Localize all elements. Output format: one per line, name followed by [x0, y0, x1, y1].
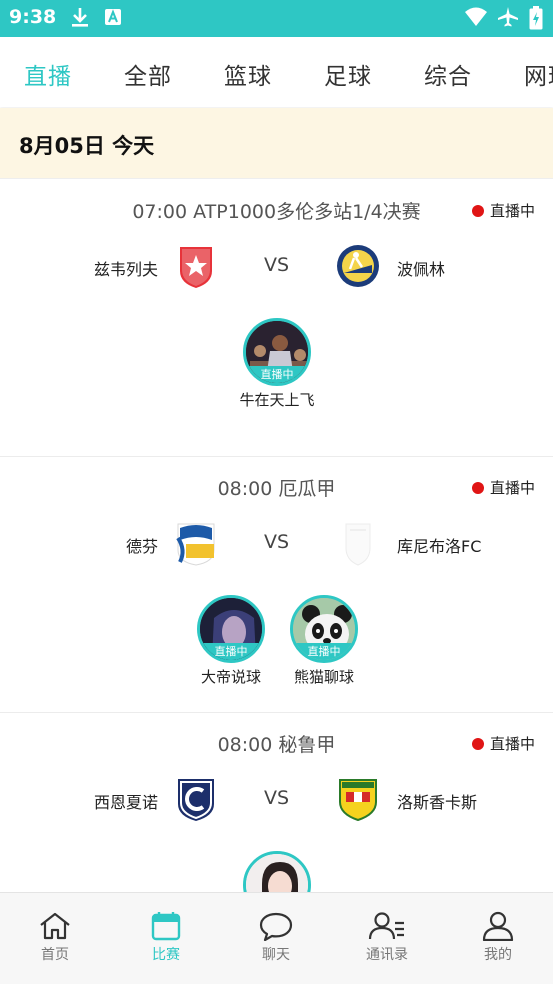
away-team-logo: [345, 523, 371, 566]
wifi-icon: [465, 7, 487, 26]
away-team-logo: [337, 245, 379, 287]
tab-football[interactable]: 足球: [324, 57, 372, 91]
match-title: 08:00 厄瓜甲: [217, 478, 336, 500]
live-label: 直播中: [490, 479, 536, 497]
live-dot-icon: [472, 738, 484, 750]
live-label: 直播中: [490, 735, 536, 753]
nav-matches[interactable]: 比赛: [111, 893, 221, 984]
versus-label: VS: [263, 254, 290, 276]
anchor-name: 牛在天上飞: [239, 391, 315, 409]
tab-tennis[interactable]: 网球: [524, 57, 553, 91]
match-title: 07:00 ATP1000多伦多站1/4决赛: [132, 201, 421, 223]
anchor-card[interactable]: 直播中 熊猫聊球: [284, 595, 364, 687]
battery-charging-icon: [529, 6, 543, 30]
tab-live[interactable]: 直播: [24, 57, 72, 91]
anchor-avatar[interactable]: 直播中: [197, 595, 265, 663]
tab-basketball[interactable]: 篮球: [224, 57, 272, 91]
anchor-avatar[interactable]: 直播中: [243, 318, 311, 386]
user-icon: [482, 911, 514, 941]
anchor-avatar[interactable]: 直播中: [290, 595, 358, 663]
download-icon: [72, 8, 88, 27]
calendar-icon: [151, 912, 181, 941]
airplane-mode-icon: [498, 7, 518, 27]
match-card[interactable]: 08:00 厄瓜甲 直播中 德芬 VS 库尼布洛FC 直播中 大帝说球 直播中 …: [0, 457, 553, 713]
nav-profile-label: 我的: [484, 947, 512, 963]
nav-home-label: 首页: [41, 947, 69, 963]
nav-matches-label: 比赛: [152, 947, 180, 963]
date-header: 8月05日 今天: [0, 108, 553, 179]
live-dot-icon: [472, 205, 484, 217]
anchor-name: 熊猫聊球: [293, 668, 354, 686]
nav-profile[interactable]: 我的: [443, 893, 553, 984]
nav-contacts[interactable]: 通讯录: [332, 893, 442, 984]
chat-bubble-icon: [259, 912, 293, 941]
away-team-name: 波佩林: [397, 260, 446, 279]
status-time: 9:38: [9, 6, 57, 28]
nav-chat-label: 聊天: [262, 947, 290, 963]
anchor-name: 大帝说球: [200, 668, 261, 686]
nav-contacts-label: 通讯录: [366, 947, 408, 963]
live-badge: 直播中: [293, 643, 355, 660]
match-title: 08:00 秘鲁甲: [217, 734, 336, 756]
anchor-card[interactable]: 直播中 大帝说球: [191, 595, 271, 687]
anchor-card[interactable]: 直播中 牛在天上飞: [237, 318, 317, 410]
nav-chat[interactable]: 聊天: [221, 893, 331, 984]
date-label: 8月05日 今天: [19, 134, 155, 158]
nav-home[interactable]: 首页: [0, 893, 110, 984]
away-team-name: 库尼布洛FC: [397, 537, 482, 556]
match-card[interactable]: 08:00 秘鲁甲 直播中 西恩夏诺 VS 洛斯香卡斯: [0, 713, 553, 919]
live-status: 直播中: [472, 200, 535, 221]
away-team-logo: [339, 779, 377, 822]
status-bar: 9:38: [0, 0, 553, 37]
tab-all[interactable]: 全部: [124, 57, 172, 91]
live-badge: 直播中: [246, 366, 308, 383]
live-label: 直播中: [490, 202, 536, 220]
match-card[interactable]: 07:00 ATP1000多伦多站1/4决赛 直播中 兹韦列夫 VS 波佩林 直…: [0, 180, 553, 457]
live-badge: 直播中: [200, 643, 262, 660]
live-dot-icon: [472, 482, 484, 494]
bottom-navigation: 首页 比赛 聊天 通讯录 我的: [0, 892, 553, 984]
live-status: 直播中: [472, 733, 535, 754]
accessibility-app-icon: [105, 9, 121, 25]
tab-general[interactable]: 综合: [424, 57, 472, 91]
home-icon: [40, 912, 70, 940]
live-status: 直播中: [472, 477, 535, 498]
away-team-name: 洛斯香卡斯: [397, 793, 478, 812]
contacts-icon: [368, 912, 404, 940]
category-tab-bar: 直播 全部 篮球 足球 综合 网球: [0, 37, 553, 107]
